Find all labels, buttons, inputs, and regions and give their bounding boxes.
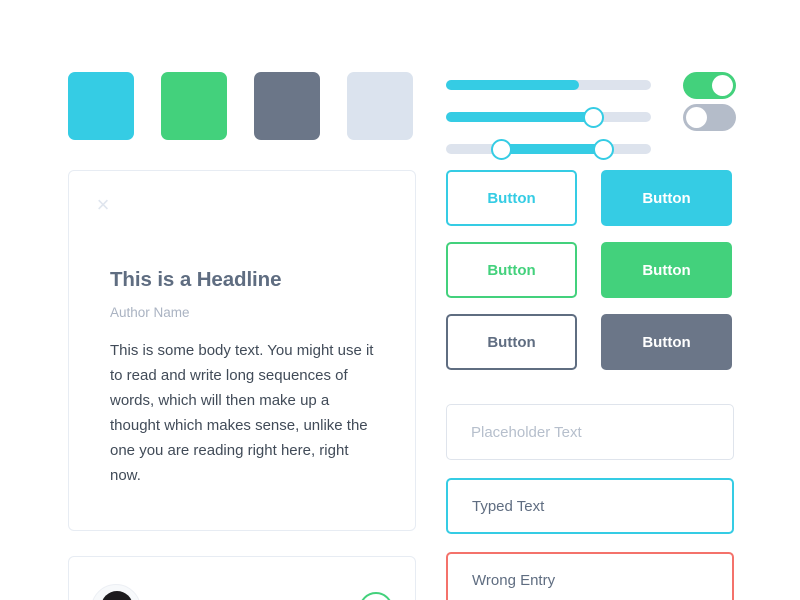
control-row-range-slider (446, 134, 736, 164)
button-group: Button Button Button Button Button Butto… (446, 170, 732, 386)
control-row-single-slider (446, 102, 736, 132)
input-error[interactable]: Wrong Entry (446, 552, 734, 600)
control-row-progress (446, 70, 736, 100)
input-placeholder[interactable]: Placeholder Text (446, 404, 734, 460)
design-system-canvas: × This is a Headline Author Name This is… (0, 0, 800, 600)
button-outline-cyan[interactable]: Button (446, 170, 577, 226)
toggle-on[interactable] (683, 71, 736, 99)
input-typed[interactable]: Typed Text (446, 478, 734, 534)
toggle-off-knob (686, 106, 707, 128)
avatar-photo (92, 585, 140, 600)
button-outline-green[interactable]: Button (446, 242, 577, 298)
single-slider-handle[interactable] (583, 106, 605, 128)
progress-bar[interactable] (446, 80, 651, 90)
card-body-text: This is some body text. You might use it… (110, 342, 374, 484)
button-solid-slate[interactable]: Button (601, 314, 732, 370)
page-title: This is a Headline (110, 268, 282, 291)
card-body: This is a Headline Author Name This is s… (69, 171, 415, 488)
avatar-hair-shape (101, 591, 133, 600)
plus-icon[interactable] (359, 592, 393, 600)
swatch-slate (254, 72, 320, 140)
range-slider[interactable] (446, 138, 651, 160)
swatch-cyan (68, 72, 134, 140)
profile-card: Childish Gambino (68, 556, 416, 600)
profile-row: Childish Gambino (69, 557, 415, 600)
content-card: × This is a Headline Author Name This is… (68, 170, 416, 531)
single-slider-fill (446, 112, 594, 122)
close-icon[interactable]: × (93, 194, 113, 216)
single-slider[interactable] (446, 106, 651, 128)
button-outline-slate[interactable]: Button (446, 314, 577, 370)
author-name: Author Name (110, 305, 190, 320)
color-swatch-row (68, 72, 413, 140)
avatar (91, 584, 141, 600)
button-solid-green[interactable]: Button (601, 242, 732, 298)
button-row-cyan: Button Button (446, 170, 732, 226)
toggle-on-knob (712, 74, 733, 96)
button-row-slate: Button Button (446, 314, 732, 370)
range-slider-handle-low[interactable] (490, 138, 512, 160)
range-slider-fill (501, 144, 604, 154)
swatch-pale (347, 72, 413, 140)
button-row-green: Button Button (446, 242, 732, 298)
controls-group (446, 70, 736, 166)
swatch-green (161, 72, 227, 140)
input-group: Placeholder Text Typed Text Wrong Entry (446, 404, 734, 600)
button-solid-cyan[interactable]: Button (601, 170, 732, 226)
range-slider-handle-high[interactable] (593, 138, 615, 160)
progress-bar-fill (446, 80, 580, 90)
toggle-off[interactable] (683, 103, 736, 131)
